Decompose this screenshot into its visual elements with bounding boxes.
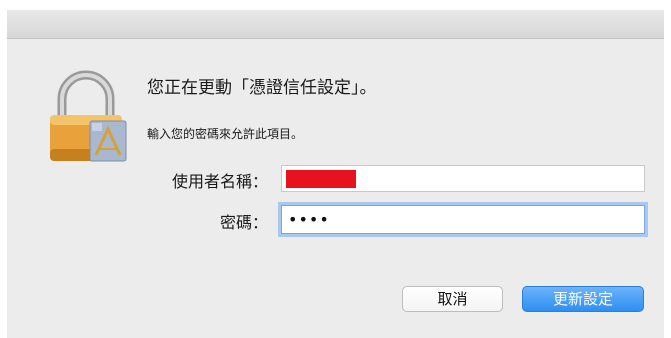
redaction-bar — [286, 170, 356, 188]
dialog-info-text: 輸入您的密碼來允許此項目。 — [147, 127, 304, 141]
certificate-icon — [89, 120, 127, 162]
username-label: 使用者名稱： — [171, 172, 268, 191]
password-field[interactable] — [281, 205, 645, 234]
update-settings-button[interactable]: 更新設定 — [522, 286, 644, 312]
dialog-message: 您正在更動「憑證信任設定」。 — [147, 78, 377, 98]
cancel-button[interactable]: 取消 — [402, 286, 503, 312]
password-label: 密碼： — [219, 213, 268, 232]
lock-icon — [50, 70, 127, 162]
window-titlebar — [7, 10, 664, 39]
